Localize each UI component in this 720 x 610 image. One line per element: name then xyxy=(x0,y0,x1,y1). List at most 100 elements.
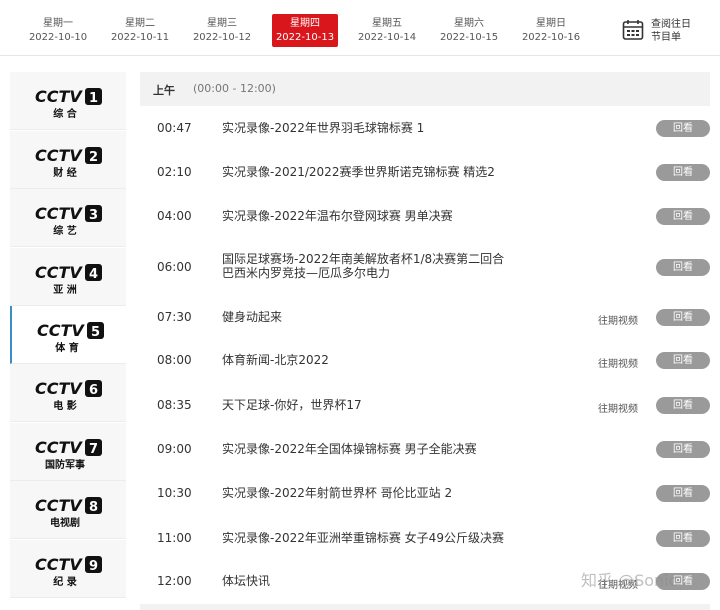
replay-button[interactable]: 回看 xyxy=(656,485,710,502)
cctv-logo-text: CCTV xyxy=(35,379,83,398)
program-time: 11:00 xyxy=(157,531,192,545)
cctv-logo: CCTV 6 电 影 xyxy=(35,379,102,412)
cctv-logo-text: CCTV xyxy=(35,496,83,515)
program-title: 实况录像-2022年射箭世界杯 哥伦比亚站 2 xyxy=(222,486,522,500)
section-header: 上午 (00:00 - 12:00) xyxy=(140,72,710,106)
history-schedule-link[interactable]: 查阅往日 节目单 xyxy=(620,17,720,47)
program-title: 实况录像-2022年亚洲举重锦标赛 女子49公斤级决赛 xyxy=(222,531,522,545)
channel-subtitle: 亚 洲 xyxy=(53,284,76,296)
past-videos-link[interactable]: 往期视频 xyxy=(598,400,638,415)
program-title-line1: 实况录像-2022年射箭世界杯 哥伦比亚站 2 xyxy=(222,486,453,500)
program-title: 健身动起来 xyxy=(222,310,522,324)
program-title-line1: 实况录像-2021/2022赛季世界斯诺克锦标赛 精选2 xyxy=(222,165,495,179)
channel-subtitle: 纪 录 xyxy=(53,575,76,588)
channel-item-cctv4[interactable]: CCTV 4 亚 洲 xyxy=(10,248,126,306)
day-name: 星期四 xyxy=(290,18,320,29)
program-time: 00:47 xyxy=(157,121,192,135)
replay-button[interactable]: 回看 xyxy=(656,397,710,414)
program-title-line1: 体坛快讯 xyxy=(222,574,271,588)
program-time: 12:00 xyxy=(157,574,192,588)
day-name: 星期五 xyxy=(372,18,402,29)
section-title: 上午 xyxy=(153,84,175,97)
cctv-logo-text: CCTV xyxy=(35,438,83,457)
date-bar: 星期一 2022-10-10 星期二 2022-10-11 星期三 2022-1… xyxy=(0,0,720,56)
channel-item-cctv3[interactable]: CCTV 3 综 艺 xyxy=(10,189,126,247)
replay-button[interactable]: 回看 xyxy=(656,352,710,369)
program-title: 实况录像-2021/2022赛季世界斯诺克锦标赛 精选2 xyxy=(222,165,522,179)
cctv-logo: CCTV 8 电视剧 xyxy=(35,496,102,529)
day-date: 2022-10-14 xyxy=(357,32,417,43)
channel-subtitle: 综 合 xyxy=(53,107,77,120)
program-title-line1: 天下足球-你好，世界杯17 xyxy=(222,398,362,412)
history-label: 查阅往日 节目单 xyxy=(651,18,691,44)
program-row: 07:30 健身动起来 往期视频 回看 xyxy=(140,295,710,339)
program-title: 国际足球赛场-2022年南美解放者杯1/8决赛第二回合 巴西米内罗竞技—厄瓜多尔电… xyxy=(222,252,522,280)
cctv-logo: CCTV 4 亚 洲 xyxy=(35,263,102,296)
program-title-line1: 实况录像-2022年温布尔登网球赛 男单决赛 xyxy=(222,209,453,223)
program-row: 10:30 实况录像-2022年射箭世界杯 哥伦比亚站 2 回看 xyxy=(140,471,710,515)
channel-number: 7 xyxy=(89,442,98,457)
cctv-logo: CCTV 7 国防军事 xyxy=(35,438,102,471)
channel-item-cctv7[interactable]: CCTV 7 国防军事 xyxy=(10,423,126,481)
channel-number: 2 xyxy=(89,150,98,165)
history-label-line2: 节目单 xyxy=(651,32,681,43)
replay-button[interactable]: 回看 xyxy=(656,309,710,326)
day-date: 2022-10-16 xyxy=(521,32,581,43)
day-name: 星期六 xyxy=(454,18,484,29)
calendar-icon xyxy=(622,20,644,40)
past-videos-link[interactable]: 往期视频 xyxy=(598,312,638,327)
day-tab-fri[interactable]: 星期五 2022-10-14 xyxy=(354,14,420,47)
channel-number: 4 xyxy=(89,267,98,282)
day-tab-tue[interactable]: 星期二 2022-10-11 xyxy=(107,14,173,47)
channel-subtitle: 国防军事 xyxy=(45,458,85,471)
cctv-logo-text: CCTV xyxy=(35,204,83,223)
section-range: (00:00 - 12:00) xyxy=(193,82,276,95)
program-title-line1: 体育新闻-北京2022 xyxy=(222,353,329,367)
channel-item-cctv8[interactable]: CCTV 8 电视剧 xyxy=(10,481,126,539)
day-date: 2022-10-12 xyxy=(192,32,252,43)
past-videos-link[interactable]: 往期视频 xyxy=(598,355,638,370)
cctv-logo: CCTV 1 综 合 xyxy=(35,87,102,120)
program-title: 实况录像-2022年温布尔登网球赛 男单决赛 xyxy=(222,209,522,223)
program-title: 实况录像-2022年全国体操锦标赛 男子全能决赛 xyxy=(222,442,522,456)
program-title-line1: 健身动起来 xyxy=(222,310,283,324)
channel-number: 1 xyxy=(89,91,98,106)
program-title: 实况录像-2022年世界羽毛球锦标赛 1 xyxy=(222,121,522,135)
cctv-logo: CCTV 9 纪 录 xyxy=(35,555,102,588)
channel-item-cctv2[interactable]: CCTV 2 财 经 xyxy=(10,131,126,189)
cctv-logo: CCTV 3 综 艺 xyxy=(35,204,102,237)
program-time: 04:00 xyxy=(157,209,192,223)
day-tab-sun[interactable]: 星期日 2022-10-16 xyxy=(518,14,584,47)
program-time: 10:30 xyxy=(157,486,192,500)
day-tab-mon[interactable]: 星期一 2022-10-10 xyxy=(25,14,91,47)
replay-button[interactable]: 回看 xyxy=(656,441,710,458)
replay-button[interactable]: 回看 xyxy=(656,530,710,547)
program-row: 06:00 国际足球赛场-2022年南美解放者杯1/8决赛第二回合 巴西米内罗竞技—… xyxy=(140,245,710,289)
day-date: 2022-10-13 xyxy=(275,32,335,43)
channel-number: 5 xyxy=(91,325,100,340)
day-date: 2022-10-15 xyxy=(439,32,499,43)
channel-subtitle: 体 育 xyxy=(55,341,78,354)
day-name: 星期日 xyxy=(536,18,566,29)
program-row: 11:00 实况录像-2022年亚洲举重锦标赛 女子49公斤级决赛 回看 xyxy=(140,516,710,560)
channel-item-cctv1[interactable]: CCTV 1 综 合 xyxy=(10,72,126,130)
program-row: 08:00 体育新闻-北京2022 往期视频 回看 xyxy=(140,338,710,382)
replay-button[interactable]: 回看 xyxy=(656,120,710,137)
channel-item-cctv5[interactable]: CCTV 5 体 育 xyxy=(10,306,126,364)
channel-subtitle: 电视剧 xyxy=(50,516,80,529)
day-tab-sat[interactable]: 星期六 2022-10-15 xyxy=(436,14,502,47)
program-time: 06:00 xyxy=(157,260,192,274)
channel-sidebar: CCTV 1 综 合 CCTV 2 财 经 CCTV 3 综 艺 CCTV 4 亚 洲 CCTV 5 体 育… xyxy=(10,72,126,610)
program-row: 04:00 实况录像-2022年温布尔登网球赛 男单决赛 回看 xyxy=(140,194,710,238)
day-tab-wed[interactable]: 星期三 2022-10-12 xyxy=(189,14,255,47)
program-time: 08:35 xyxy=(157,398,192,412)
program-title-line1: 实况录像-2022年亚洲举重锦标赛 女子49公斤级决赛 xyxy=(222,531,504,545)
channel-item-cctv9[interactable]: CCTV 9 纪 录 xyxy=(10,540,126,598)
watermark: 知乎 @Sonic xyxy=(581,571,678,590)
day-tab-thu[interactable]: 星期四 2022-10-13 xyxy=(272,14,338,47)
replay-button[interactable]: 回看 xyxy=(656,259,710,276)
channel-item-cctv6[interactable]: CCTV 6 电 影 xyxy=(10,364,126,422)
program-title-line1: 国际足球赛场-2022年南美解放者杯1/8决赛第二回合 xyxy=(222,252,505,266)
replay-button[interactable]: 回看 xyxy=(656,208,710,225)
replay-button[interactable]: 回看 xyxy=(656,164,710,181)
